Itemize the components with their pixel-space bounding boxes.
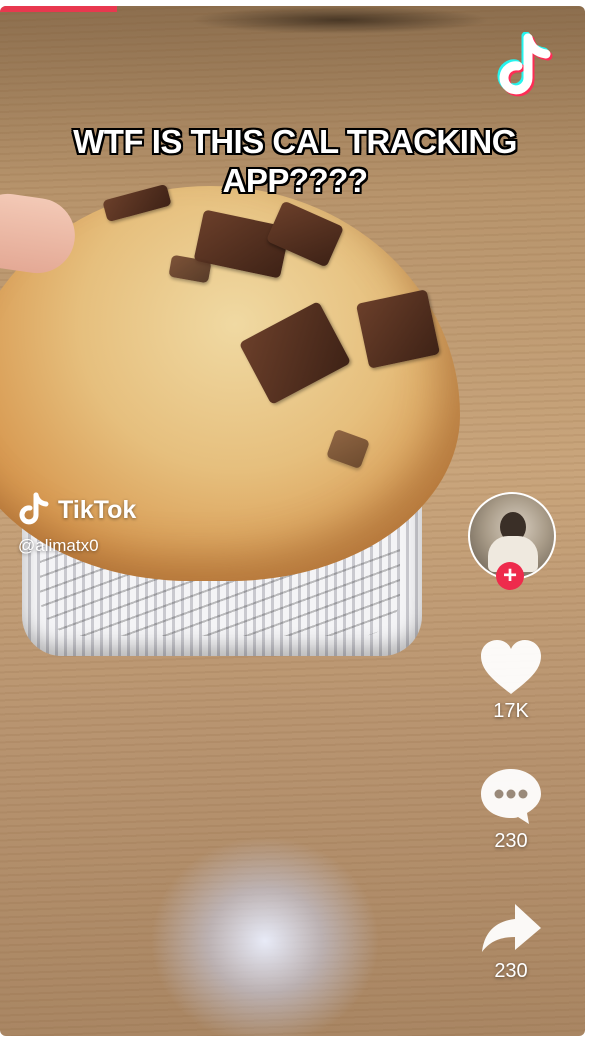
comment-count: 230 [494, 830, 528, 852]
like-button[interactable]: 17K [466, 638, 556, 723]
light-glare [150, 836, 380, 1036]
follow-button[interactable]: + [496, 562, 524, 590]
like-count: 17K [493, 700, 529, 722]
heart-icon [481, 640, 541, 694]
watermark-brand: TikTok [58, 495, 137, 524]
video-progress-bar[interactable] [0, 6, 117, 12]
tiktok-note-icon [19, 492, 49, 525]
tiktok-watermark: TikTok @alimatx0 [18, 492, 136, 556]
video-caption: WTF IS THIS CAL TRACKING APP???? [73, 123, 517, 199]
video-player[interactable]: WTF IS THIS CAL TRACKING APP???? TikTok … [0, 6, 585, 1036]
comment-bubble-icon [481, 769, 541, 824]
tiktok-logo-icon [497, 32, 553, 97]
share-count: 230 [494, 960, 528, 982]
share-button[interactable]: 230 [466, 900, 556, 983]
comment-button[interactable]: 230 [466, 766, 556, 853]
background-object [190, 6, 490, 34]
share-arrow-icon [482, 904, 541, 952]
creator-handle: @alimatx0 [18, 536, 99, 555]
